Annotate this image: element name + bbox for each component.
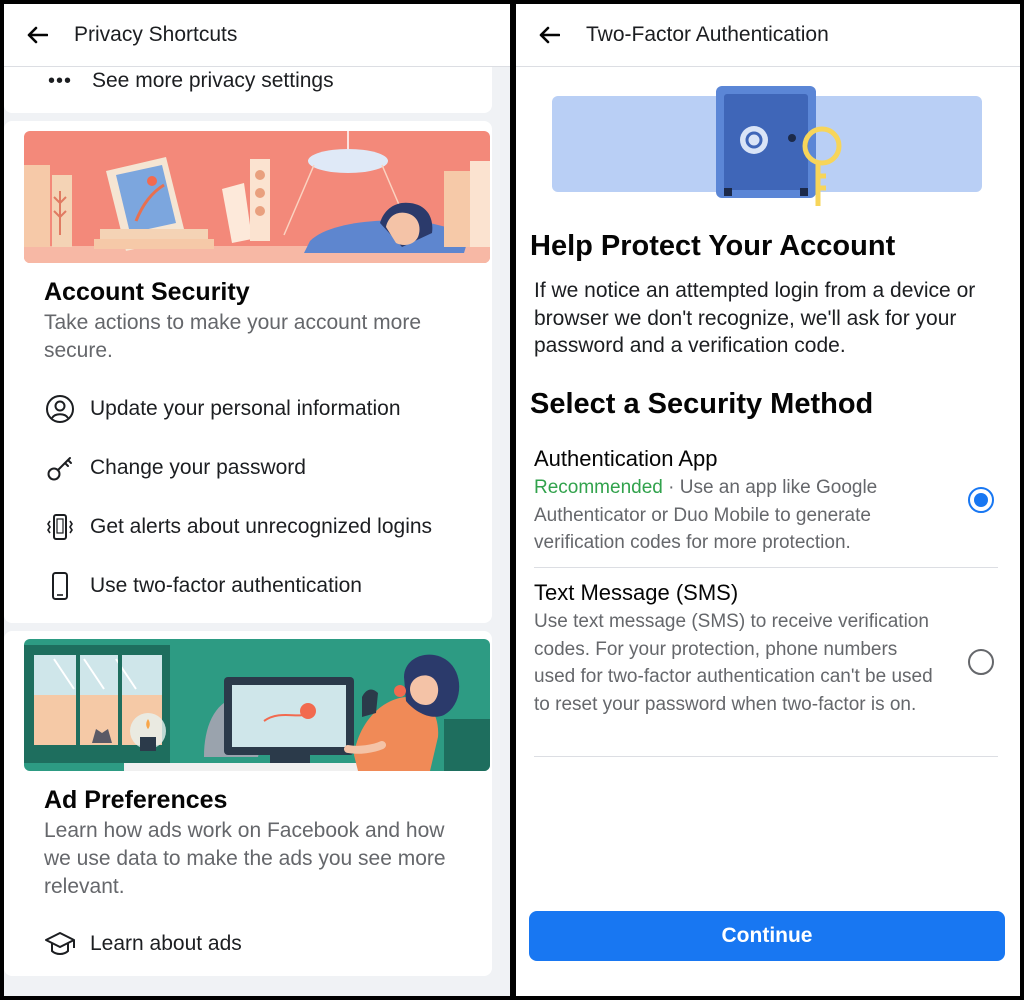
login-alerts-label: Get alerts about unrecognized logins [90, 515, 433, 538]
update-personal-info-item[interactable]: Update your personal information [44, 392, 401, 426]
ad-preferences-description: Learn how ads work on Facebook and how w… [44, 819, 446, 898]
back-arrow-icon[interactable] [538, 26, 560, 44]
app-bar: Two-Factor Authentication [516, 4, 1020, 67]
update-personal-info-label: Update your personal information [90, 397, 401, 420]
safe-key-illustration [552, 86, 982, 206]
more-dots-icon: ••• [48, 70, 73, 92]
account-security-title: Account Security [44, 278, 250, 306]
see-more-privacy-settings[interactable]: ••• See more privacy settings [48, 66, 334, 96]
option-title: Authentication App [534, 446, 718, 471]
intro-text: If we notice an attempted login from a d… [534, 279, 976, 357]
privacy-shortcuts-screen: Privacy Shortcuts ••• See more privacy s… [4, 4, 510, 996]
graduation-cap-icon [44, 928, 76, 960]
phone-icon [44, 570, 76, 602]
vibrating-phone-icon [44, 511, 76, 543]
two-factor-authentication-screen: Two-Factor Authentication Help Protect Y… [516, 4, 1020, 996]
two-factor-label: Use two-factor authentication [90, 574, 362, 597]
learn-about-ads-label: Learn about ads [90, 932, 242, 955]
key-icon [44, 452, 76, 484]
select-method-heading: Select a Security Method [530, 388, 874, 420]
radio-text-message[interactable] [968, 649, 994, 675]
back-arrow-icon[interactable] [26, 26, 48, 44]
help-protect-heading: Help Protect Your Account [530, 230, 896, 262]
app-bar: Privacy Shortcuts [4, 4, 510, 67]
option-title: Text Message (SMS) [534, 580, 739, 605]
person-circle-icon [44, 393, 76, 425]
recommended-badge: Recommended [534, 477, 663, 498]
login-alerts-item[interactable]: Get alerts about unrecognized logins [44, 510, 432, 544]
continue-button[interactable]: Continue [529, 911, 1005, 961]
change-password-item[interactable]: Change your password [44, 451, 306, 485]
see-more-label: See more privacy settings [92, 69, 334, 92]
account-security-illustration [24, 131, 490, 263]
radio-authentication-app[interactable] [968, 487, 994, 513]
learn-about-ads-item[interactable]: Learn about ads [44, 927, 242, 961]
page-title: Two-Factor Authentication [586, 23, 829, 46]
option-description: Use text message (SMS) to receive verifi… [534, 611, 933, 715]
divider [534, 567, 998, 568]
account-security-description: Take actions to make your account more s… [44, 311, 422, 362]
ad-preferences-title: Ad Preferences [44, 786, 228, 814]
option-description: Recommended · Use an app like Google Aut… [534, 474, 914, 557]
two-factor-item[interactable]: Use two-factor authentication [44, 569, 362, 603]
change-password-label: Change your password [90, 456, 306, 479]
divider [534, 756, 998, 757]
page-title: Privacy Shortcuts [74, 23, 238, 46]
ad-preferences-illustration [24, 639, 490, 771]
